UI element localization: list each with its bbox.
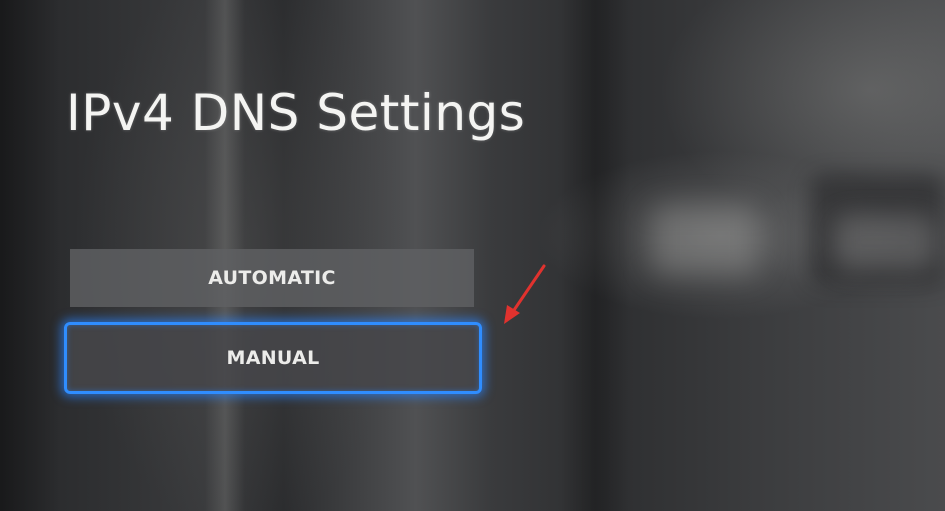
red-arrow-icon: [504, 264, 546, 324]
background-shadow: [0, 0, 60, 511]
background-blur-object: [650, 205, 760, 275]
background-dark-streak: [560, 0, 630, 511]
page-title: IPv4 DNS Settings: [66, 84, 526, 142]
manual-option-label: MANUAL: [226, 347, 320, 369]
tv-screen: IPv4 DNS Settings AUTOMATIC MANUAL: [0, 0, 945, 511]
background-blur-object: [810, 175, 945, 285]
manual-option-button[interactable]: MANUAL: [64, 322, 482, 394]
automatic-option-label: AUTOMATIC: [208, 267, 336, 289]
automatic-option-button[interactable]: AUTOMATIC: [70, 249, 474, 307]
background-blur-object: [835, 215, 935, 270]
